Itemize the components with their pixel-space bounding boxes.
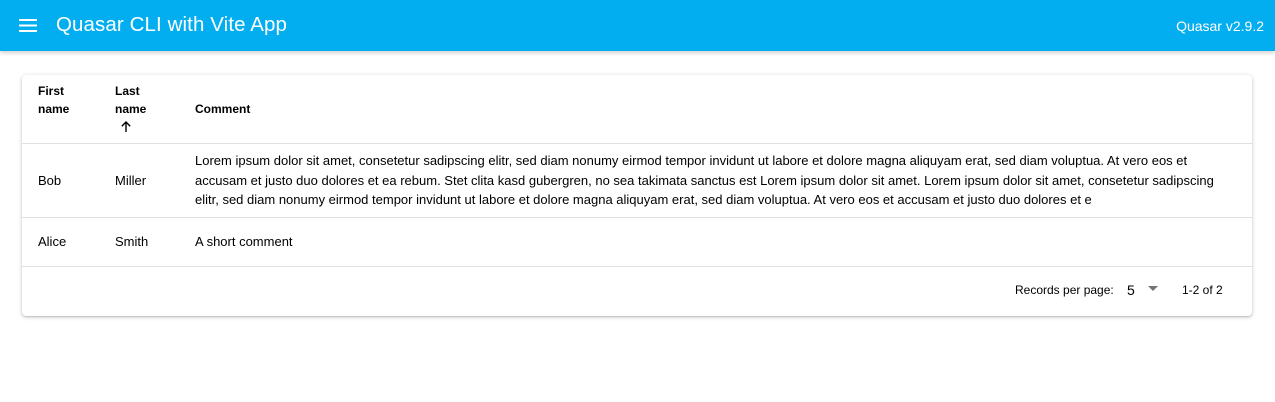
- cell-last-name: Miller: [115, 173, 147, 188]
- pagination-info: 1-2 of 2: [1182, 283, 1223, 297]
- column-header-last-name[interactable]: Last name: [115, 82, 175, 118]
- data-table-card: First name Last name Comment Bob Miller …: [22, 75, 1252, 316]
- records-per-page-value: 5: [1127, 282, 1135, 298]
- column-header-first-name[interactable]: First name: [38, 82, 98, 118]
- app-header: Quasar CLI with Vite App Quasar v2.9.2: [0, 0, 1275, 51]
- column-header-comment[interactable]: Comment: [195, 100, 395, 118]
- row-divider: [22, 217, 1252, 218]
- footer-divider: [22, 266, 1252, 267]
- records-per-page-select[interactable]: 5: [1122, 277, 1164, 303]
- column-header-first-name-line2: name: [38, 102, 70, 116]
- cell-comment: Lorem ipsum dolor sit amet, consetetur s…: [195, 153, 1214, 207]
- arrow-drop-down-icon: [1148, 286, 1158, 292]
- cell-last-name: Smith: [115, 234, 149, 249]
- column-header-first-name-line1: First: [38, 84, 65, 98]
- header-divider: [22, 143, 1252, 144]
- version-label: Quasar v2.9.2: [1176, 18, 1264, 34]
- arrow-upward-icon[interactable]: [120, 121, 132, 133]
- menu-button[interactable]: [14, 11, 42, 39]
- cell-first-name: Bob: [38, 173, 62, 188]
- column-header-last-name-line2: name: [115, 102, 147, 116]
- menu-icon: [19, 18, 37, 32]
- cell-comment: A short comment: [195, 234, 293, 249]
- cell-first-name: Alice: [38, 234, 67, 249]
- records-per-page-label: Records per page:: [1015, 283, 1114, 297]
- app-title: Quasar CLI with Vite App: [56, 13, 288, 36]
- column-header-last-name-line1: Last: [115, 84, 140, 98]
